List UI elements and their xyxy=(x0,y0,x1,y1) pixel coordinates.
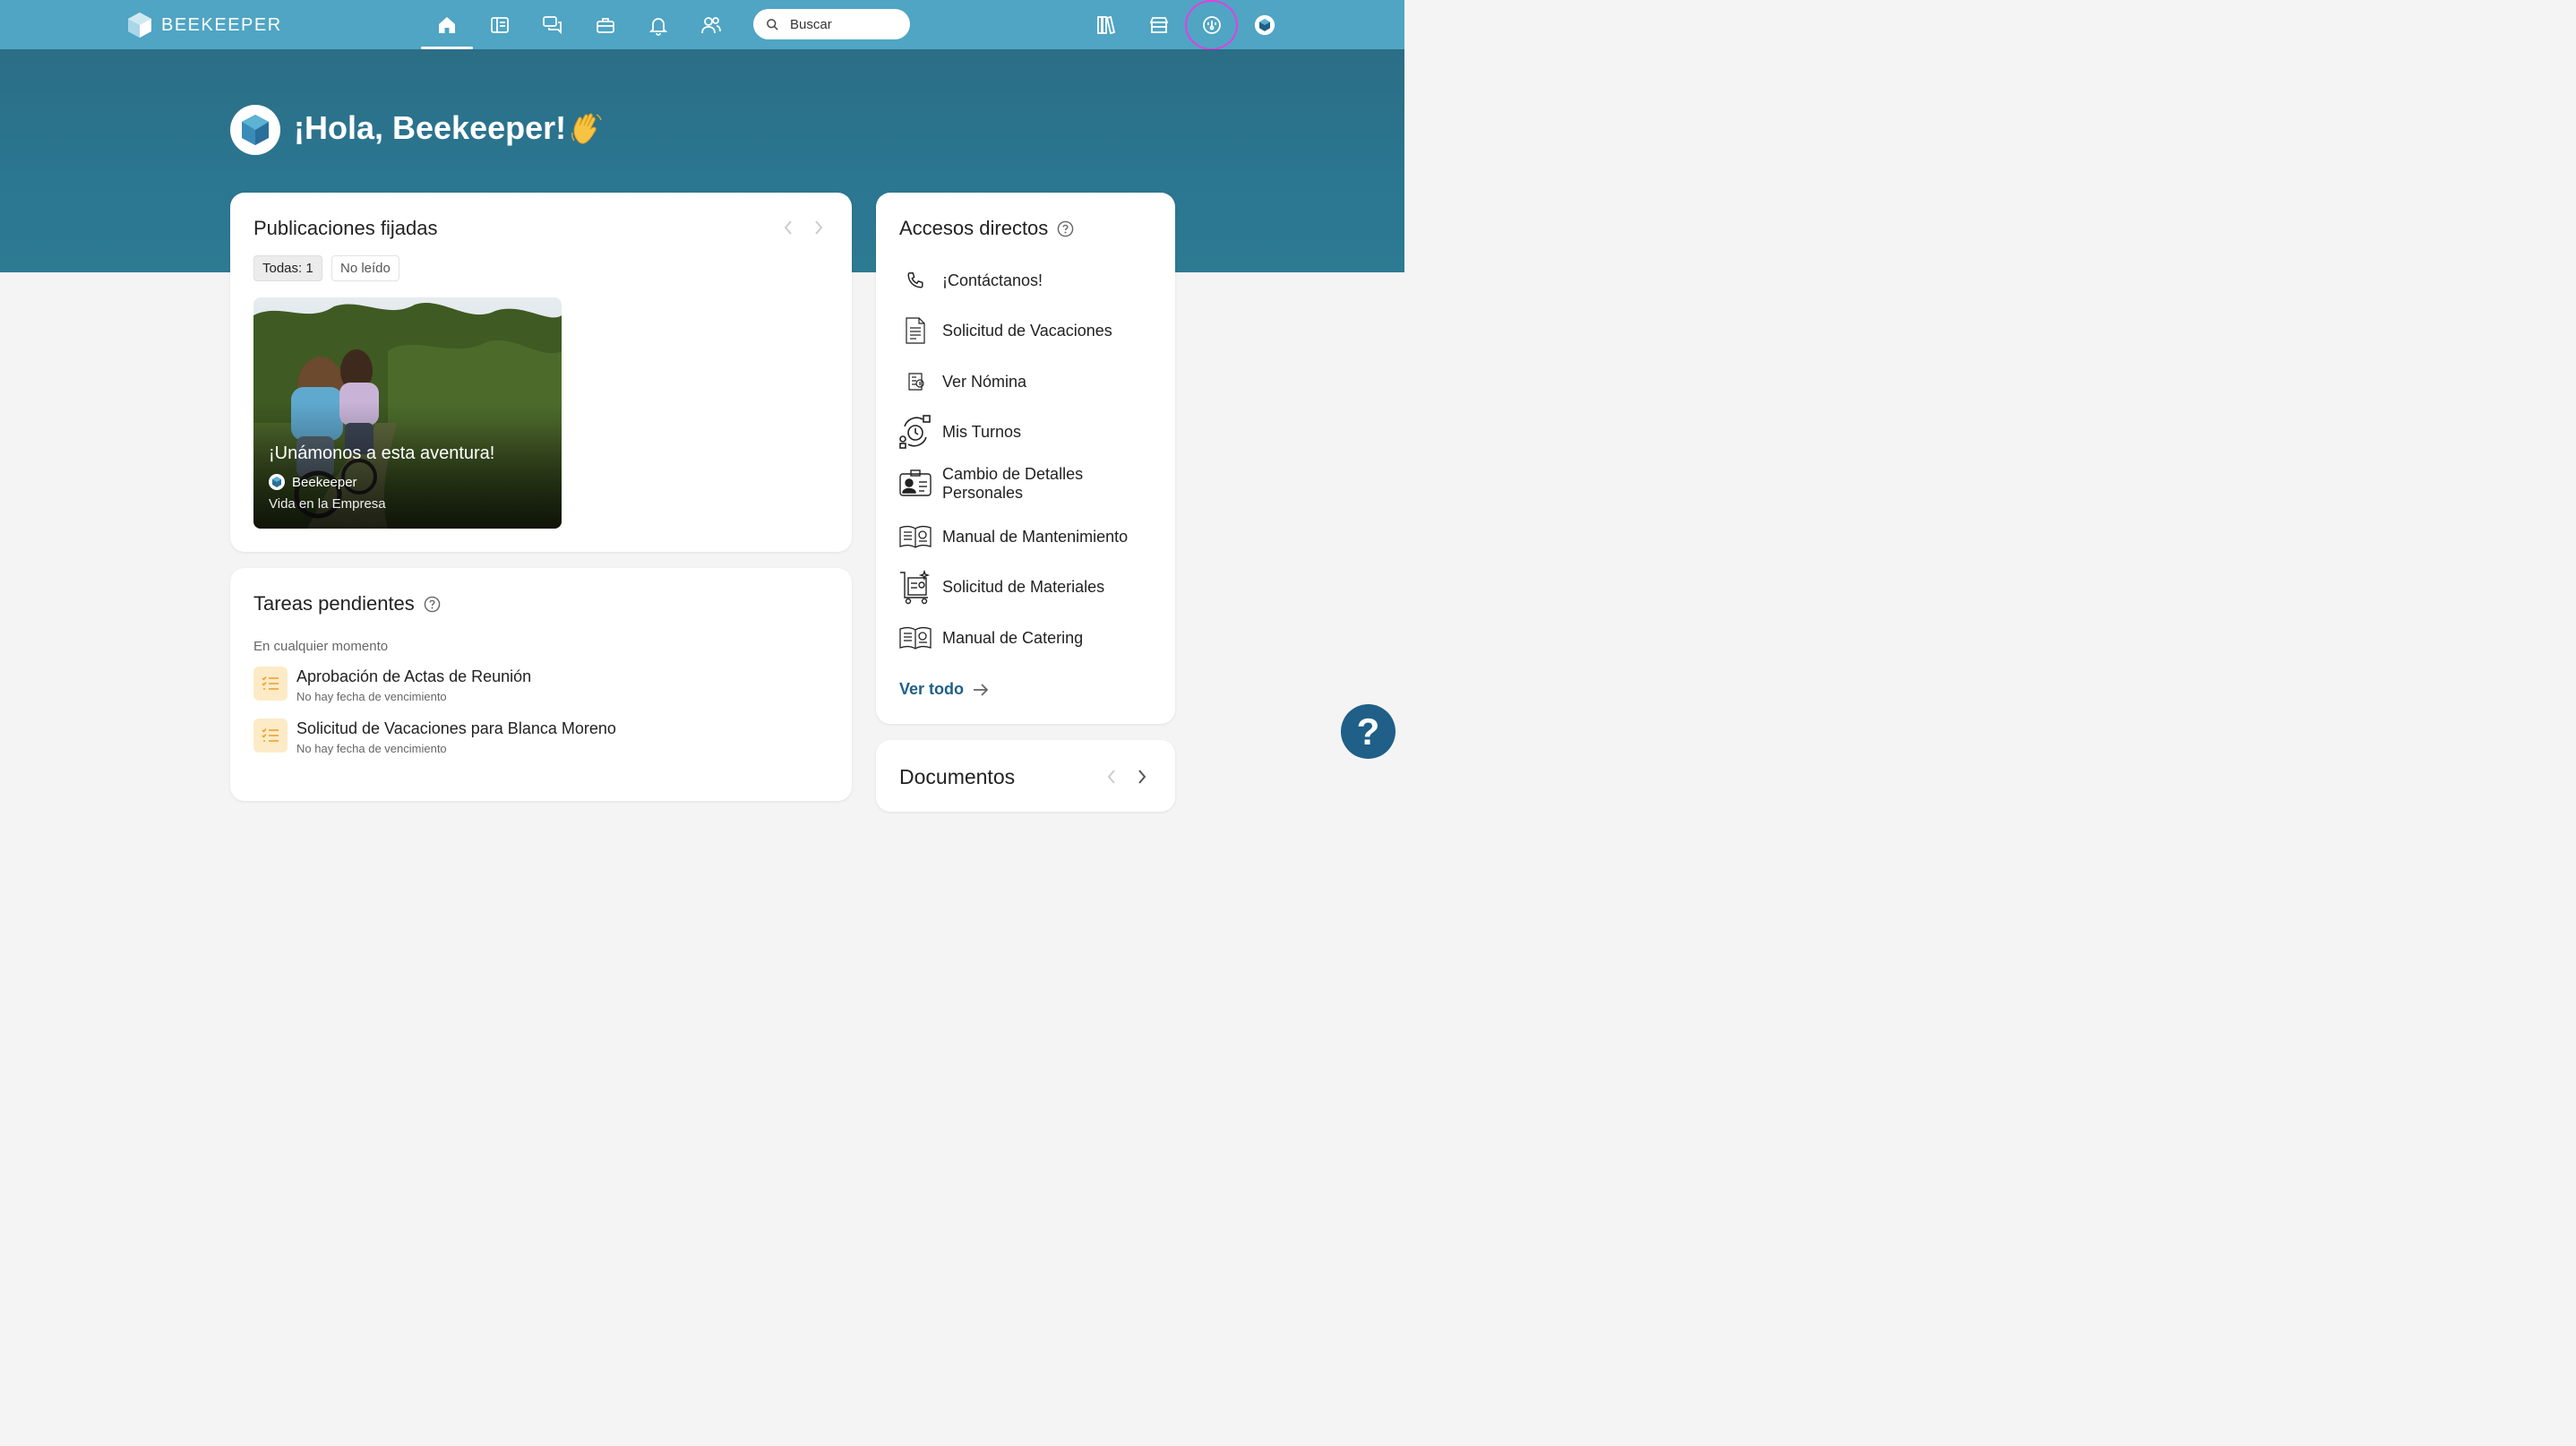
shortcuts-card: Accesos directos ¡Contáctanos! Solicitud… xyxy=(876,193,1175,724)
waving-hand-icon xyxy=(570,111,604,151)
shortcut-payroll[interactable]: Ver Nómina xyxy=(897,364,1026,400)
greeting-title: ¡Hola, Beekeeper! xyxy=(294,109,567,146)
people-icon xyxy=(701,17,721,34)
chevron-left-icon[interactable] xyxy=(1105,769,1118,785)
chat-icon xyxy=(543,16,562,35)
post-title: ¡Unámonos a esta aventura! xyxy=(269,443,495,463)
nav-people[interactable] xyxy=(697,11,726,39)
pinned-post-card[interactable]: ¡Unámonos a esta aventura! Beekeeper Vid… xyxy=(253,297,562,529)
task-due: No hay fecha de vencimiento xyxy=(296,742,447,755)
highlight-ring xyxy=(1185,0,1238,50)
search-bar[interactable] xyxy=(753,9,910,39)
top-navigation-bar: BEEKEEPER xyxy=(0,0,1404,50)
chevron-left-icon[interactable] xyxy=(782,219,794,236)
chevron-right-icon[interactable] xyxy=(812,219,825,236)
help-button[interactable]: ? xyxy=(1341,704,1395,759)
library-icon xyxy=(1097,15,1116,35)
task-title: Solicitud de Vacaciones para Blanca More… xyxy=(296,719,616,737)
shortcut-label: Solicitud de Vacaciones xyxy=(942,321,1112,340)
checklist-icon xyxy=(253,719,288,753)
shortcuts-title: Accesos directos xyxy=(899,217,1074,240)
task-item[interactable]: Solicitud de Vacaciones para Blanca More… xyxy=(253,719,616,755)
profile-icon xyxy=(1254,14,1275,36)
pinned-posts-title: Publicaciones fijadas xyxy=(253,217,438,239)
tasks-title-text: Tareas pendientes xyxy=(253,592,415,615)
shortcut-label: Manual de Catering xyxy=(942,628,1084,647)
avatar[interactable] xyxy=(230,105,280,155)
documents-card: Documentos xyxy=(876,740,1175,812)
filter-unread-button[interactable]: No leído xyxy=(331,255,399,281)
see-all-link[interactable]: Ver todo xyxy=(899,680,989,699)
toolbox-icon xyxy=(597,18,614,33)
document-icon xyxy=(897,313,933,349)
nav-library[interactable] xyxy=(1092,11,1121,39)
shortcuts-title-text: Accesos directos xyxy=(899,217,1049,239)
filter-all-button[interactable]: Todas: 1 xyxy=(253,255,322,281)
post-author: Beekeeper xyxy=(269,474,357,490)
arrow-right-icon xyxy=(974,683,989,696)
shortcut-personal-details[interactable]: Cambio de Detalles Personales xyxy=(897,465,1139,503)
id-card-icon xyxy=(897,466,933,502)
brand-logo[interactable]: BEEKEEPER xyxy=(127,12,282,39)
post-category: Vida en la Empresa xyxy=(269,496,386,512)
bell-icon xyxy=(648,18,668,36)
manual-icon xyxy=(897,620,933,656)
nav-chats[interactable] xyxy=(538,11,567,39)
nav-store[interactable] xyxy=(1145,11,1173,39)
search-input[interactable] xyxy=(790,16,889,32)
nav-tools[interactable] xyxy=(591,11,620,39)
store-icon xyxy=(1149,17,1169,33)
brand-name: BEEKEEPER xyxy=(161,14,282,35)
checklist-icon xyxy=(253,667,288,701)
shortcut-catering-manual[interactable]: Manual de Catering xyxy=(897,620,1083,656)
nav-home[interactable] xyxy=(433,11,461,39)
beekeeper-logo-icon xyxy=(128,13,151,38)
help-circle-icon[interactable] xyxy=(424,596,441,613)
task-item[interactable]: Aprobación de Actas de Reunión No hay fe… xyxy=(253,667,531,703)
post-photo xyxy=(253,297,562,529)
post-author-name: Beekeeper xyxy=(292,474,357,490)
author-avatar-icon xyxy=(269,474,285,490)
shifts-icon xyxy=(897,414,933,450)
pending-tasks-card: Tareas pendientes En cualquier momento A… xyxy=(230,568,852,801)
manual-icon xyxy=(897,519,933,555)
materials-cart-icon xyxy=(897,569,933,605)
shortcut-label: ¡Contáctanos! xyxy=(942,271,1043,289)
tasks-title: Tareas pendientes xyxy=(253,592,441,615)
pinned-posts-card: Publicaciones fijadas Todas: 1 No leído xyxy=(230,193,852,552)
see-all-label: Ver todo xyxy=(899,680,965,698)
shortcut-vacation-request[interactable]: Solicitud de Vacaciones xyxy=(897,313,1112,349)
shortcut-contact[interactable]: ¡Contáctanos! xyxy=(897,263,1043,298)
home-icon xyxy=(439,17,455,33)
documents-title: Documentos xyxy=(899,765,1016,788)
search-icon xyxy=(767,18,778,30)
nav-notifications[interactable] xyxy=(644,11,673,39)
shortcut-label: Mis Turnos xyxy=(942,422,1022,441)
task-due: No hay fecha de vencimiento xyxy=(296,690,447,703)
shortcut-label: Ver Nómina xyxy=(942,372,1027,391)
shortcut-label: Manual de Mantenimiento xyxy=(942,527,1129,546)
shortcut-materials-request[interactable]: Solicitud de Materiales xyxy=(897,569,1104,605)
phone-icon xyxy=(897,263,933,298)
payroll-icon xyxy=(897,364,933,400)
carousel-arrows xyxy=(782,219,825,236)
chevron-right-icon[interactable] xyxy=(1136,769,1148,785)
shortcut-label: Solicitud de Materiales xyxy=(942,577,1105,596)
tasks-subtitle: En cualquier momento xyxy=(253,639,389,654)
shortcut-label: Cambio de Detalles Personales xyxy=(942,465,1084,502)
beekeeper-avatar-icon xyxy=(242,115,269,145)
nav-news[interactable] xyxy=(485,11,514,39)
carousel-arrows xyxy=(1105,769,1148,785)
news-icon xyxy=(491,17,509,33)
nav-profile[interactable] xyxy=(1250,11,1279,39)
shortcut-maintenance-manual[interactable]: Manual de Mantenimiento xyxy=(897,519,1128,555)
task-title: Aprobación de Actas de Reunión xyxy=(296,667,532,685)
shortcut-shifts[interactable]: Mis Turnos xyxy=(897,414,1021,450)
help-circle-icon[interactable] xyxy=(1057,220,1074,237)
